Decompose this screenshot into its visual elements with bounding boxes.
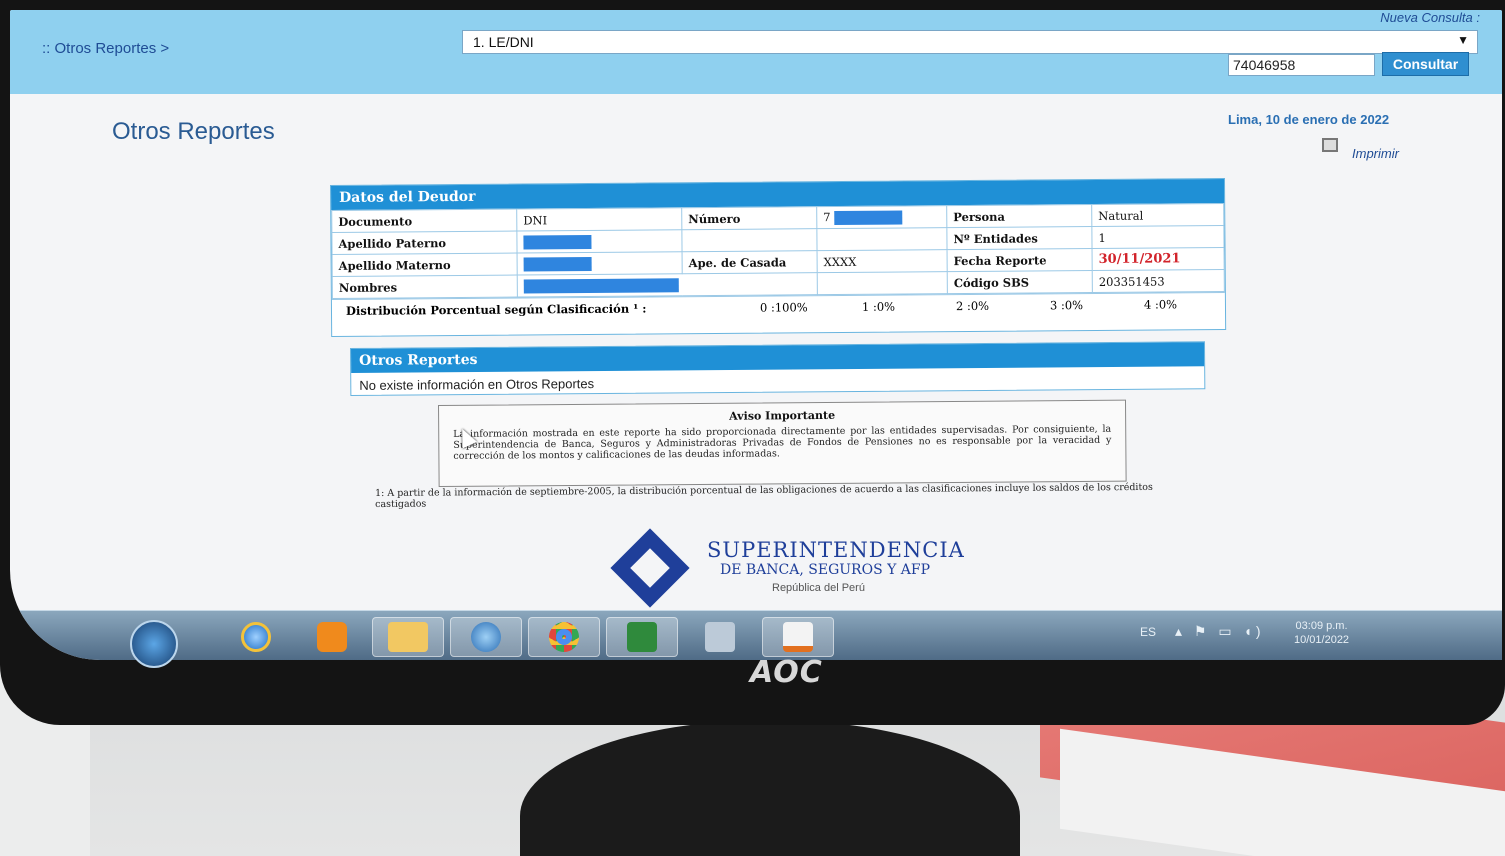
chrome-icon bbox=[549, 622, 579, 652]
numero-value: 7 bbox=[823, 210, 831, 225]
calculator-icon bbox=[705, 622, 735, 652]
redaction-box bbox=[523, 278, 679, 294]
folder-icon bbox=[388, 622, 428, 652]
fecha-reporte-label: Fecha Reporte bbox=[947, 248, 1093, 272]
documento-value: DNI bbox=[516, 207, 682, 232]
media-player-icon bbox=[317, 622, 347, 652]
redaction-box bbox=[523, 256, 592, 272]
persona-value: Natural bbox=[1091, 203, 1224, 227]
printer-icon[interactable] bbox=[1322, 138, 1338, 152]
print-link[interactable]: Imprimir bbox=[1352, 146, 1399, 161]
photo-scene: :: Otros Reportes > Nueva Consulta : 1. … bbox=[0, 0, 1505, 856]
taskbar-item-ie[interactable] bbox=[220, 617, 292, 657]
document-type-value: 1. LE/DNI bbox=[473, 34, 534, 50]
distribucion-value: 4 :0% bbox=[1143, 297, 1178, 312]
taskbar-item-media[interactable] bbox=[296, 617, 368, 657]
documento-label: Documento bbox=[331, 209, 517, 233]
codigo-sbs-value: 203351453 bbox=[1092, 269, 1225, 293]
aviso-title: Aviso Importante bbox=[729, 408, 836, 423]
taskbar-item-java[interactable] bbox=[762, 617, 834, 657]
taskbar-item-chrome[interactable] bbox=[528, 617, 600, 657]
taskbar: ES ▴ ⚑ ▭ ◖) 03:09 p.m. 10/01/2022 bbox=[10, 610, 1502, 660]
language-indicator[interactable]: ES bbox=[1140, 625, 1156, 639]
consultar-button[interactable]: Consultar bbox=[1382, 52, 1469, 76]
persona-label: Persona bbox=[946, 204, 1092, 228]
numero-cell: 7 bbox=[816, 205, 947, 229]
breadcrumb[interactable]: :: Otros Reportes > bbox=[42, 40, 169, 57]
distribucion-value: 0 :100% bbox=[759, 300, 808, 315]
spreadsheet-icon bbox=[627, 622, 657, 652]
document-number-input[interactable]: 74046958 bbox=[1228, 54, 1375, 76]
java-icon bbox=[783, 622, 813, 652]
monitor-brand-logo: AOC bbox=[750, 655, 823, 690]
distribucion-label: Distribución Porcentual según Clasificac… bbox=[345, 301, 647, 318]
codigo-sbs-label: Código SBS bbox=[947, 270, 1093, 294]
sbs-logo-country: República del Perú bbox=[772, 582, 865, 594]
distribucion-value: 3 :0% bbox=[1049, 298, 1084, 313]
sbs-logo-subtitle: DE BANCA, SEGUROS Y AFP bbox=[720, 562, 931, 578]
page-title: Otros Reportes bbox=[112, 118, 275, 145]
monitor-bezel: :: Otros Reportes > Nueva Consulta : 1. … bbox=[0, 0, 1505, 725]
aviso-importante-box: Aviso Importante La información mostrada… bbox=[438, 399, 1127, 487]
apellido-materno-label: Apellido Materno bbox=[332, 253, 518, 277]
entidades-label: Nº Entidades bbox=[946, 226, 1093, 250]
numero-label: Número bbox=[681, 206, 817, 230]
taskbar-item-thunderbird[interactable] bbox=[450, 617, 522, 657]
taskbar-item-spreadsheet[interactable] bbox=[606, 617, 678, 657]
sbs-logo-icon bbox=[610, 528, 690, 608]
clock-time: 03:09 p.m. bbox=[1295, 620, 1348, 632]
apellido-paterno-label: Apellido Paterno bbox=[331, 231, 518, 255]
distribucion-value: 1 :0% bbox=[861, 299, 896, 314]
internet-explorer-icon bbox=[241, 622, 271, 652]
entidades-value: 1 bbox=[1091, 225, 1225, 249]
datos-deudor-table: Documento DNI Número 7 Persona Natural A… bbox=[331, 203, 1225, 299]
taskbar-clock[interactable]: 03:09 p.m. 10/01/2022 bbox=[1294, 619, 1349, 647]
redaction-box bbox=[523, 234, 592, 250]
datos-deudor-panel: Datos del Deudor Documento DNI Número 7 … bbox=[330, 177, 1227, 337]
ape-casada-value: XXXX bbox=[817, 249, 948, 273]
ape-casada-label: Ape. de Casada bbox=[682, 250, 818, 274]
start-orb-icon[interactable] bbox=[130, 620, 178, 668]
taskbar-item-calculator[interactable] bbox=[684, 617, 756, 657]
taskbar-item-folder[interactable] bbox=[372, 617, 444, 657]
fecha-reporte-value: 30/11/2021 bbox=[1098, 251, 1181, 267]
clock-date: 10/01/2022 bbox=[1294, 634, 1350, 646]
nombres-cell bbox=[517, 272, 818, 298]
fecha-reporte-cell: 30/11/2021 bbox=[1092, 247, 1225, 271]
otros-reportes-panel: Otros Reportes No existe información en … bbox=[350, 341, 1206, 396]
monitor-stand bbox=[520, 720, 1020, 856]
thunderbird-icon bbox=[471, 622, 501, 652]
nombres-label: Nombres bbox=[332, 275, 518, 299]
otros-reportes-message: No existe información en Otros Reportes bbox=[359, 376, 595, 393]
apellido-materno-cell bbox=[517, 251, 683, 276]
apellido-paterno-cell bbox=[516, 229, 683, 254]
empty-cell bbox=[817, 271, 948, 295]
chevron-down-icon: ▼ bbox=[1457, 33, 1469, 47]
redaction-box bbox=[834, 210, 903, 226]
system-tray-icons[interactable]: ▴ ⚑ ▭ ◖) bbox=[1175, 623, 1265, 640]
nueva-consulta-label: Nueva Consulta : bbox=[1380, 10, 1480, 25]
empty-cell bbox=[681, 228, 818, 252]
monitor-screen: :: Otros Reportes > Nueva Consulta : 1. … bbox=[10, 10, 1502, 660]
query-bar: :: Otros Reportes > Nueva Consulta : 1. … bbox=[10, 10, 1502, 94]
report-date: Lima, 10 de enero de 2022 bbox=[1228, 112, 1390, 127]
aviso-body: La información mostrada en este reporte … bbox=[453, 423, 1112, 462]
document-type-select[interactable]: 1. LE/DNI ▼ bbox=[462, 30, 1478, 54]
sbs-logo-name: SUPERINTENDENCIA bbox=[707, 538, 965, 562]
distribucion-value: 2 :0% bbox=[955, 298, 990, 314]
empty-cell bbox=[816, 227, 948, 251]
